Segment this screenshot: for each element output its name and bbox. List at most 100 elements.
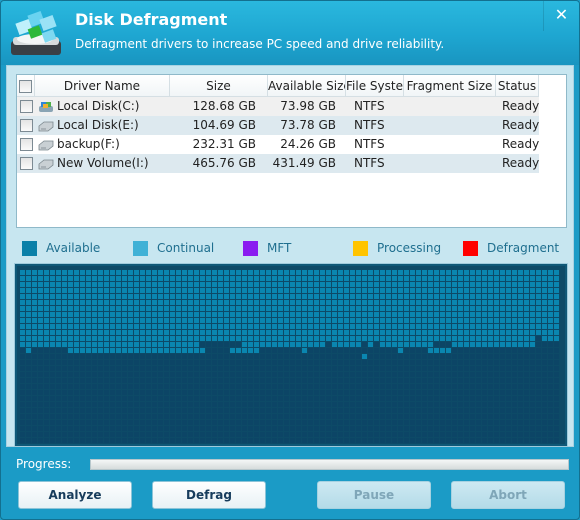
cluster-used bbox=[206, 408, 211, 413]
cluster-used bbox=[482, 366, 487, 371]
analyze-button[interactable]: Analyze bbox=[18, 481, 132, 509]
cluster-used bbox=[104, 360, 109, 365]
cluster-used bbox=[404, 438, 409, 443]
column-header-fragment-size[interactable]: Fragment Size bbox=[404, 75, 496, 97]
column-header-file-system[interactable]: File System bbox=[346, 75, 404, 97]
cluster-used bbox=[98, 366, 103, 371]
cluster-available bbox=[386, 300, 391, 305]
cluster-used bbox=[224, 402, 229, 407]
cluster-available bbox=[134, 288, 139, 293]
cluster-used bbox=[326, 366, 331, 371]
cluster-used bbox=[368, 390, 373, 395]
row-checkbox[interactable] bbox=[17, 135, 35, 154]
cluster-used bbox=[110, 408, 115, 413]
cluster-used bbox=[524, 396, 529, 401]
cluster-available bbox=[452, 300, 457, 305]
cluster-used bbox=[62, 396, 67, 401]
cluster-used bbox=[212, 426, 217, 431]
cluster-used bbox=[428, 426, 433, 431]
row-checkbox[interactable] bbox=[17, 97, 35, 116]
cluster-used bbox=[446, 420, 451, 425]
cluster-used bbox=[176, 354, 181, 359]
cluster-available bbox=[92, 336, 97, 341]
cluster-used bbox=[542, 354, 547, 359]
cluster-available bbox=[92, 294, 97, 299]
cluster-used bbox=[122, 378, 127, 383]
cluster-available bbox=[128, 294, 133, 299]
table-row[interactable]: Local Disk(E:) 104.69 GB 73.78 GB NTFS R… bbox=[17, 116, 539, 135]
cluster-available bbox=[248, 324, 253, 329]
cluster-available bbox=[164, 294, 169, 299]
cluster-used bbox=[308, 414, 313, 419]
abort-button[interactable]: Abort bbox=[451, 481, 565, 509]
cluster-available bbox=[542, 294, 547, 299]
select-all-checkbox[interactable] bbox=[17, 75, 35, 97]
pause-button[interactable]: Pause bbox=[317, 481, 431, 509]
cluster-used bbox=[356, 372, 361, 377]
cluster-used bbox=[368, 402, 373, 407]
cluster-used bbox=[62, 414, 67, 419]
table-row[interactable]: backup(F:) 232.31 GB 24.26 GB NTFS Ready bbox=[17, 135, 539, 154]
cluster-used bbox=[266, 426, 271, 431]
cluster-available bbox=[158, 306, 163, 311]
cluster-used bbox=[146, 408, 151, 413]
column-header-driver-name[interactable]: Driver Name bbox=[35, 75, 170, 97]
cluster-used bbox=[20, 438, 25, 443]
table-row[interactable]: New Volume(I:) 465.76 GB 431.49 GB NTFS … bbox=[17, 154, 539, 173]
cluster-available bbox=[284, 324, 289, 329]
cluster-available bbox=[488, 294, 493, 299]
cluster-used bbox=[68, 384, 73, 389]
cluster-available bbox=[230, 312, 235, 317]
cluster-used bbox=[332, 360, 337, 365]
cluster-available bbox=[368, 312, 373, 317]
cluster-available bbox=[86, 318, 91, 323]
cluster-used bbox=[86, 438, 91, 443]
column-header-size[interactable]: Size bbox=[170, 75, 268, 97]
cluster-used bbox=[230, 420, 235, 425]
cluster-used bbox=[338, 432, 343, 437]
status: Ready bbox=[502, 99, 539, 113]
cluster-available bbox=[458, 336, 463, 341]
cluster-used bbox=[146, 432, 151, 437]
cluster-available bbox=[332, 270, 337, 275]
cluster-used bbox=[218, 432, 223, 437]
cluster-used bbox=[98, 360, 103, 365]
file-system: NTFS bbox=[354, 137, 385, 151]
row-checkbox[interactable] bbox=[17, 116, 35, 135]
cluster-available bbox=[434, 336, 439, 341]
close-button[interactable]: ✕ bbox=[543, 1, 579, 31]
cluster-used bbox=[248, 378, 253, 383]
cluster-used bbox=[284, 408, 289, 413]
cluster-available bbox=[362, 336, 367, 341]
cluster-used bbox=[470, 384, 475, 389]
cluster-used bbox=[518, 396, 523, 401]
column-header-status[interactable]: Status bbox=[496, 75, 539, 97]
cluster-available bbox=[248, 342, 253, 347]
cluster-used bbox=[284, 366, 289, 371]
cluster-used bbox=[368, 420, 373, 425]
cluster-used bbox=[440, 372, 445, 377]
cluster-used bbox=[254, 432, 259, 437]
cluster-used bbox=[206, 360, 211, 365]
cluster-available bbox=[404, 318, 409, 323]
cluster-used bbox=[374, 354, 379, 359]
cluster-available bbox=[332, 336, 337, 341]
cluster-available bbox=[428, 282, 433, 287]
cluster-available bbox=[224, 276, 229, 281]
table-row[interactable]: Local Disk(C:) 128.68 GB 73.98 GB NTFS R… bbox=[17, 97, 539, 116]
cluster-available bbox=[230, 300, 235, 305]
cluster-used bbox=[356, 348, 361, 353]
cluster-used bbox=[326, 426, 331, 431]
cluster-available bbox=[494, 294, 499, 299]
row-checkbox[interactable] bbox=[17, 154, 35, 173]
cluster-used bbox=[152, 408, 157, 413]
cluster-available bbox=[554, 270, 559, 275]
cluster-available bbox=[470, 306, 475, 311]
defrag-button[interactable]: Defrag bbox=[152, 481, 266, 509]
cluster-available bbox=[206, 276, 211, 281]
cluster-available bbox=[248, 348, 253, 353]
cluster-used bbox=[44, 378, 49, 383]
cluster-used bbox=[428, 366, 433, 371]
column-header-available-size[interactable]: Available Size bbox=[268, 75, 346, 97]
cluster-used bbox=[452, 384, 457, 389]
